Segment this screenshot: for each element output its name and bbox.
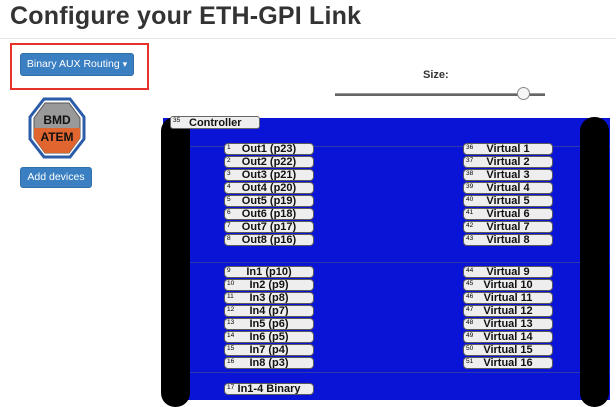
pin-label: Virtual 10 — [483, 279, 533, 291]
device-line1: BMD — [43, 113, 71, 127]
pin-label: Virtual 3 — [486, 169, 530, 181]
pin-label: In1-4 Binary — [237, 383, 301, 395]
left-pin-3[interactable]: 3 Out3 (p21) — [224, 169, 314, 181]
right-pin-45[interactable]: 45 Virtual 10 — [463, 279, 553, 291]
left-pin-16[interactable]: 16 In8 (p3) — [224, 357, 314, 369]
right-pin-39[interactable]: 39 Virtual 4 — [463, 182, 553, 194]
right-pin-43[interactable]: 43 Virtual 8 — [463, 234, 553, 246]
right-pin-42[interactable]: 42 Virtual 7 — [463, 221, 553, 233]
pin-label: Virtual 1 — [486, 143, 530, 155]
pin-label: Out5 (p19) — [241, 195, 297, 207]
left-pin-10[interactable]: 10 In2 (p9) — [224, 279, 314, 291]
right-pin-37[interactable]: 37 Virtual 2 — [463, 156, 553, 168]
left-pin-8[interactable]: 8 Out8 (p16) — [224, 234, 314, 246]
pin-label: Virtual 16 — [483, 357, 533, 369]
left-pin-5[interactable]: 5 Out5 (p19) — [224, 195, 314, 207]
pin-label: Virtual 8 — [486, 234, 530, 246]
left-pin-7[interactable]: 7 Out7 (p17) — [224, 221, 314, 233]
right-pin-47[interactable]: 47 Virtual 12 — [463, 305, 553, 317]
controller-tab[interactable]: 35 Controller — [170, 116, 260, 129]
panel-bus-line-middle — [163, 262, 610, 263]
pin-label: Virtual 4 — [486, 182, 530, 194]
pin-label: Out6 (p18) — [241, 208, 297, 220]
size-label: Size: — [423, 69, 449, 81]
right-pin-49[interactable]: 49 Virtual 14 — [463, 331, 553, 343]
pin-label: Out2 (p22) — [241, 156, 297, 168]
routing-button-label: Binary AUX Routing — [26, 58, 120, 70]
pin-label: Virtual 15 — [483, 344, 533, 356]
left-pin-14[interactable]: 14 In6 (p5) — [224, 331, 314, 343]
pin-label: Out3 (p21) — [241, 169, 297, 181]
pin-label: Virtual 6 — [486, 208, 530, 220]
pin-label: In6 (p5) — [249, 331, 289, 343]
pin-label: Virtual 5 — [486, 195, 530, 207]
pin-label: In5 (p6) — [249, 318, 289, 330]
right-pin-50[interactable]: 50 Virtual 15 — [463, 344, 553, 356]
bmd-atem-device-icon[interactable]: BMD ATEM — [28, 97, 86, 159]
pin-label: Out7 (p17) — [241, 221, 297, 233]
left-pin-9[interactable]: 9 In1 (p10) — [224, 266, 314, 278]
pin-label: Out4 (p20) — [241, 182, 297, 194]
left-pin-11[interactable]: 11 In3 (p8) — [224, 292, 314, 304]
pin-label: Virtual 11 — [483, 292, 533, 304]
left-pin-13[interactable]: 13 In5 (p6) — [224, 318, 314, 330]
pin-label: Virtual 12 — [483, 305, 533, 317]
pin-label: Virtual 9 — [486, 266, 530, 278]
right-pin-41[interactable]: 41 Virtual 6 — [463, 208, 553, 220]
pin-label: In2 (p9) — [249, 279, 289, 291]
title-divider — [0, 38, 616, 39]
add-devices-button[interactable]: Add devices — [20, 167, 92, 188]
right-rail — [580, 117, 609, 407]
page-title: Configure your ETH-GPI Link — [10, 2, 362, 30]
pin-label: Virtual 13 — [483, 318, 533, 330]
left-pin-15[interactable]: 15 In7 (p4) — [224, 344, 314, 356]
caret-down-icon: ▾ — [122, 59, 128, 69]
left-pin-17[interactable]: 17 In1-4 Binary — [224, 383, 314, 395]
panel-bus-line-bottom — [163, 372, 610, 373]
pin-label: In1 (p10) — [246, 266, 292, 278]
pin-label: In7 (p4) — [249, 344, 289, 356]
pin-label: In4 (p7) — [249, 305, 289, 317]
right-pin-46[interactable]: 46 Virtual 11 — [463, 292, 553, 304]
controller-label: Controller — [189, 117, 242, 129]
pin-label: Virtual 2 — [486, 156, 530, 168]
left-pin-4[interactable]: 4 Out4 (p20) — [224, 182, 314, 194]
size-slider-track[interactable] — [335, 93, 545, 96]
pin-label: Out1 (p23) — [241, 143, 297, 155]
right-pin-40[interactable]: 40 Virtual 5 — [463, 195, 553, 207]
left-pin-2[interactable]: 2 Out2 (p22) — [224, 156, 314, 168]
pin-label: Out8 (p16) — [241, 234, 297, 246]
left-pin-12[interactable]: 12 In4 (p7) — [224, 305, 314, 317]
left-pin-1[interactable]: 1 Out1 (p23) — [224, 143, 314, 155]
pin-label: Virtual 7 — [486, 221, 530, 233]
binary-aux-routing-button[interactable]: Binary AUX Routing ▾ — [20, 53, 134, 76]
right-pin-38[interactable]: 38 Virtual 3 — [463, 169, 553, 181]
left-pin-6[interactable]: 6 Out6 (p18) — [224, 208, 314, 220]
pin-label: In8 (p3) — [249, 357, 289, 369]
right-pin-48[interactable]: 48 Virtual 13 — [463, 318, 553, 330]
right-pin-44[interactable]: 44 Virtual 9 — [463, 266, 553, 278]
pin-label: In3 (p8) — [249, 292, 289, 304]
size-slider-thumb[interactable] — [517, 87, 530, 100]
device-line2: ATEM — [40, 130, 73, 144]
pin-label: Virtual 14 — [483, 331, 533, 343]
right-pin-51[interactable]: 51 Virtual 16 — [463, 357, 553, 369]
right-pin-36[interactable]: 36 Virtual 1 — [463, 143, 553, 155]
left-rail — [161, 117, 190, 407]
controller-number: 35 — [173, 117, 181, 124]
